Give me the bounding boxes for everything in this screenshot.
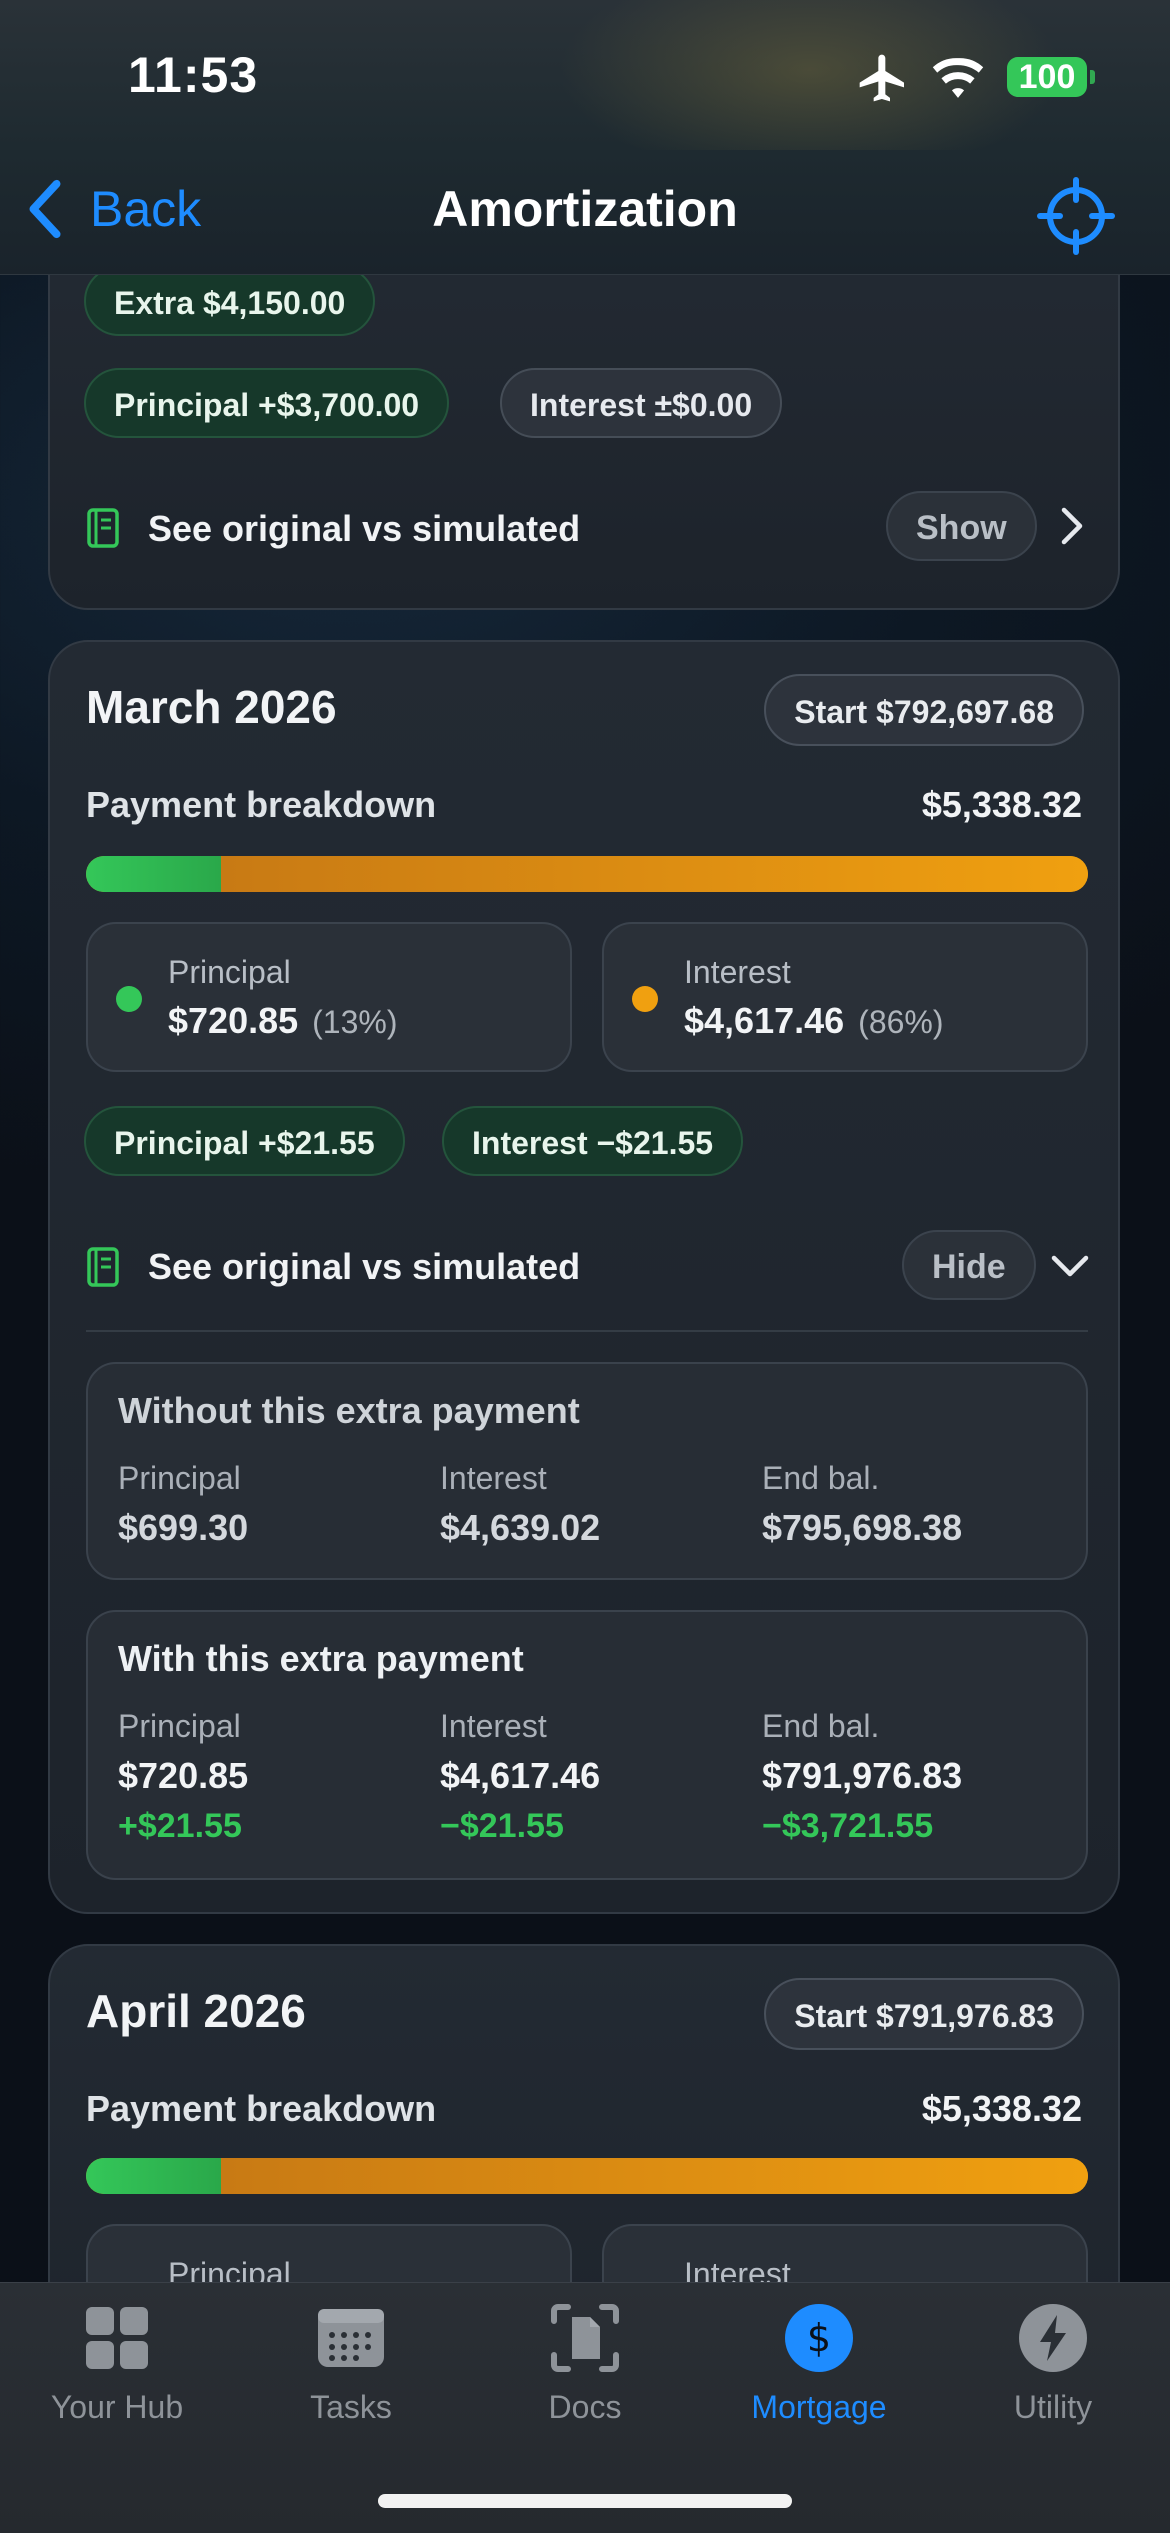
tab-label: Docs — [548, 2389, 622, 2425]
payment-total: $5,338.32 — [921, 2088, 1082, 2129]
tab-label: Mortgage — [751, 2389, 887, 2425]
principal-value: $720.85 — [168, 1000, 299, 1041]
month-card-previous: Extra $4,150.00 Principal +$3,700.00 Int… — [48, 230, 1120, 610]
month-title: April 2026 — [86, 1985, 306, 2037]
interest-value: $4,617.46 — [684, 1000, 845, 1041]
tab-tasks[interactable]: Tasks — [234, 2283, 468, 2483]
with-principal: Principal $720.85 +$21.55 — [118, 1708, 248, 1846]
compare-label: See original vs simulated — [148, 1246, 581, 1287]
interest-label: Interest — [684, 954, 791, 990]
status-time: 11:53 — [128, 47, 259, 103]
column-value: $720.85 — [118, 1755, 249, 1796]
principal-bar-segment — [86, 2158, 222, 2194]
principal-bar-segment — [86, 856, 222, 892]
column-header: Interest — [440, 1708, 547, 1744]
with-extra-title: With this extra payment — [118, 1638, 524, 1679]
column-header: End bal. — [762, 1460, 880, 1496]
payment-total: $5,338.32 — [921, 784, 1082, 825]
home-indicator — [378, 2494, 792, 2508]
payment-breakdown-label: Payment breakdown — [86, 784, 437, 825]
without-end-balance: End bal. $795,698.38 — [762, 1460, 962, 1549]
interest-bar-segment — [221, 856, 1088, 892]
column-header: Principal — [118, 1460, 241, 1496]
principal-dot — [116, 986, 142, 1012]
bolt-circle-icon — [1019, 2304, 1087, 2372]
page-title: Amortization — [432, 181, 738, 237]
book-icon — [87, 508, 119, 548]
without-interest: Interest $4,639.02 — [440, 1460, 600, 1549]
with-extra-panel: With this extra payment Principal $720.8… — [86, 1610, 1088, 1880]
interest-change-pill: Interest −$21.55 — [442, 1106, 744, 1176]
crosshair-icon[interactable] — [1036, 176, 1116, 256]
interest-change-pill: Interest ±$0.00 — [500, 368, 783, 438]
column-value: $791,976.83 — [762, 1755, 963, 1796]
interest-dot — [632, 986, 658, 1012]
tab-label: Utility — [1013, 2389, 1093, 2425]
without-extra-title: Without this extra payment — [118, 1390, 580, 1431]
airplane-icon — [859, 54, 904, 102]
principal-value-row: $720.85 (13%) — [168, 1000, 398, 1042]
wifi-icon — [932, 58, 984, 98]
principal-percent: (13%) — [312, 1004, 398, 1040]
payment-breakdown-bar — [86, 856, 1088, 892]
principal-change-pill: Principal +$21.55 — [84, 1106, 405, 1176]
book-icon — [87, 1247, 119, 1287]
with-end-balance: End bal. $791,976.83 −$3,721.55 — [762, 1708, 962, 1846]
principal-stat: Principal $720.85 (13%) — [86, 922, 572, 1072]
extra-payment-pill: Extra $4,150.00 — [84, 266, 376, 336]
payment-breakdown-bar — [86, 2158, 1088, 2194]
start-balance-pill: Start $792,697.68 — [764, 674, 1084, 746]
column-header: Interest — [440, 1460, 547, 1496]
tab-label: Your Hub — [50, 2389, 184, 2425]
tab-your-hub[interactable]: Your Hub — [0, 2283, 234, 2483]
with-interest: Interest $4,617.46 −$21.55 — [440, 1708, 600, 1846]
month-card-march-2026: March 2026 Start $792,697.68 Payment bre… — [48, 640, 1120, 1914]
document-scan-icon — [551, 2304, 619, 2372]
chevron-down-icon[interactable] — [1050, 1246, 1090, 1286]
start-balance-pill: Start $791,976.83 — [764, 1978, 1084, 2050]
column-delta: −$3,721.55 — [762, 1807, 934, 1845]
payment-breakdown-label: Payment breakdown — [86, 2088, 437, 2129]
status-bar: 11:53 100 — [0, 0, 1170, 180]
divider — [86, 1330, 1088, 1332]
without-extra-panel: Without this extra payment Principal $69… — [86, 1362, 1088, 1580]
column-value: $4,617.46 — [440, 1755, 601, 1796]
tab-mortgage[interactable]: $ Mortgage — [702, 2283, 936, 2483]
month-title: March 2026 — [86, 681, 337, 733]
column-value: $795,698.38 — [762, 1507, 963, 1548]
tab-label: Tasks — [310, 2389, 392, 2425]
column-value: $699.30 — [118, 1507, 249, 1548]
show-compare-button[interactable]: Show — [886, 491, 1037, 561]
column-header: Principal — [118, 1708, 241, 1744]
interest-value-row: $4,617.46 (86%) — [684, 1000, 944, 1042]
interest-bar-segment — [221, 2158, 1088, 2194]
svg-text:$: $ — [807, 2316, 831, 2360]
tab-docs[interactable]: Docs — [468, 2283, 702, 2483]
column-value: $4,639.02 — [440, 1507, 601, 1548]
column-delta: −$21.55 — [440, 1807, 564, 1845]
tab-utility[interactable]: Utility — [936, 2283, 1170, 2483]
battery-indicator: 100 — [1007, 57, 1095, 97]
calendar-icon — [318, 2309, 384, 2367]
chevron-right-icon[interactable] — [1052, 506, 1092, 546]
interest-percent: (86%) — [858, 1004, 944, 1040]
hide-compare-button[interactable]: Hide — [902, 1230, 1036, 1300]
principal-label: Principal — [168, 954, 291, 990]
dollar-circle-icon: $ — [785, 2304, 853, 2372]
grid-icon — [86, 2307, 148, 2369]
compare-label: See original vs simulated — [148, 508, 581, 549]
interest-stat: Interest $4,617.46 (86%) — [602, 922, 1088, 1072]
principal-change-pill: Principal +$3,700.00 — [84, 368, 450, 438]
navigation-bar: Back Amortization — [0, 150, 1170, 275]
column-delta: +$21.55 — [118, 1807, 242, 1845]
column-header: End bal. — [762, 1708, 880, 1744]
without-principal: Principal $699.30 — [118, 1460, 248, 1549]
